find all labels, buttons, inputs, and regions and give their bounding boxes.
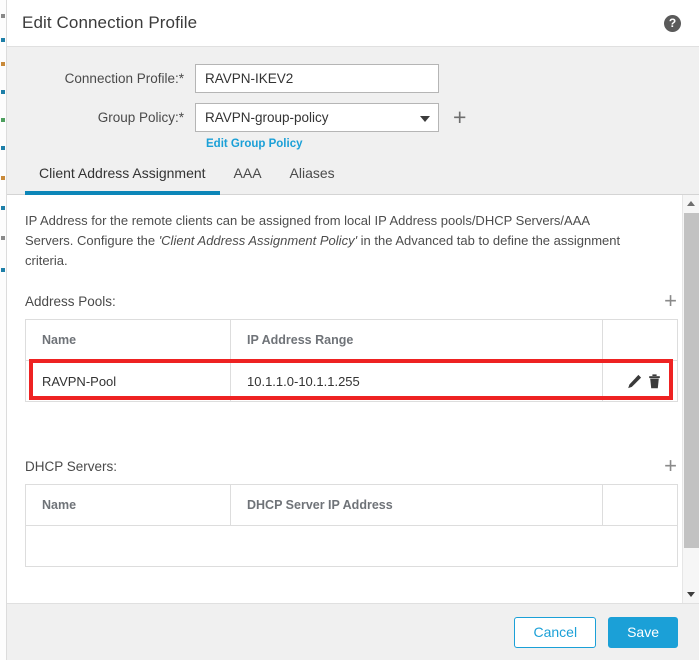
scrollbar-down-button[interactable] [683,586,699,603]
column-header-dhcp-ip: DHCP Server IP Address [230,484,603,526]
connection-profile-row: Connection Profile:* [7,64,699,93]
dhcp-servers-title: DHCP Servers: [25,458,118,474]
sliver-mark [1,176,5,180]
sliver-mark [1,206,5,210]
description-policy-name: 'Client Address Assignment Policy' [158,233,358,248]
add-dhcp-server-button[interactable]: + [664,455,677,477]
group-policy-row: Group Policy:* RAVPN-group-policy + [7,103,699,132]
group-policy-selected-value: RAVPN-group-policy [205,110,329,125]
column-header-name: Name [25,484,231,526]
edit-connection-profile-dialog: Edit Connection Profile ? Connection Pro… [7,0,699,660]
trash-icon[interactable] [646,373,663,390]
address-pools-table-wrap: Name IP Address Range RAVPN-Pool 10.1.1.… [25,319,678,402]
column-header-actions [602,319,678,361]
column-header-name: Name [25,319,231,361]
help-circle-icon[interactable]: ? [664,14,681,32]
group-policy-select[interactable]: RAVPN-group-policy [195,103,439,132]
table-row-empty [25,525,678,567]
description-text: IP Address for the remote clients can be… [25,211,637,271]
sliver-mark [1,14,5,18]
tab-aliases[interactable]: Aliases [276,161,349,195]
cancel-button[interactable]: Cancel [514,616,597,648]
dhcp-servers-table: Name DHCP Server IP Address [25,484,678,567]
app-root: Edit Connection Profile ? Connection Pro… [0,0,699,660]
address-pools-header: Address Pools: + [25,290,677,312]
table-header-row: Name IP Address Range [25,319,678,361]
connection-profile-label: Connection Profile:* [64,71,184,86]
table-header-row: Name DHCP Server IP Address [25,484,678,526]
save-button[interactable]: Save [608,616,678,648]
chevron-down-icon [687,592,695,597]
tab-client-address-assignment[interactable]: Client Address Assignment [25,161,220,195]
address-pools-table: Name IP Address Range RAVPN-Pool 10.1.1.… [25,319,678,402]
chevron-up-icon [687,201,695,206]
empty-cell [25,525,678,567]
dhcp-servers-header: DHCP Servers: + [25,455,677,477]
connection-profile-input[interactable] [195,64,439,93]
column-header-ip-range: IP Address Range [230,319,603,361]
chevron-down-icon [420,115,430,122]
sliver-mark [1,146,5,150]
sliver-mark [1,236,5,240]
add-group-policy-button[interactable]: + [453,106,466,129]
column-header-actions [602,484,678,526]
sliver-mark [1,38,5,42]
address-pools-title: Address Pools: [25,293,116,309]
dialog-footer: Cancel Save [7,603,699,660]
client-address-assignment-content: IP Address for the remote clients can be… [7,195,699,603]
sliver-mark [1,90,5,94]
tab-bar: Client Address Assignment AAA Aliases [7,161,699,195]
sliver-mark [1,118,5,122]
pool-range-cell: 10.1.1.0-10.1.1.255 [230,360,603,402]
sliver-mark [1,62,5,66]
pool-actions-cell [602,360,678,402]
vertical-scrollbar[interactable] [682,195,699,603]
group-policy-label: Group Policy:* [97,110,184,125]
profile-form: Connection Profile:* Group Policy:* RAVP… [7,47,699,154]
edit-group-policy-row: Edit Group Policy [7,138,699,150]
table-row[interactable]: RAVPN-Pool 10.1.1.0-10.1.1.255 [25,360,678,402]
scrollbar-up-button[interactable] [683,195,699,212]
edit-group-policy-link[interactable]: Edit Group Policy [206,138,302,150]
page-title: Edit Connection Profile [22,13,198,32]
tab-aaa[interactable]: AAA [220,161,276,195]
background-page-sliver [0,0,7,660]
scrollbar-thumb[interactable] [684,213,699,548]
add-address-pool-button[interactable]: + [664,290,677,312]
dialog-header: Edit Connection Profile ? [7,0,699,47]
pencil-icon[interactable] [626,373,643,390]
pool-name-cell: RAVPN-Pool [25,360,231,402]
sliver-mark [1,268,5,272]
tab-content-panel: IP Address for the remote clients can be… [7,195,699,603]
